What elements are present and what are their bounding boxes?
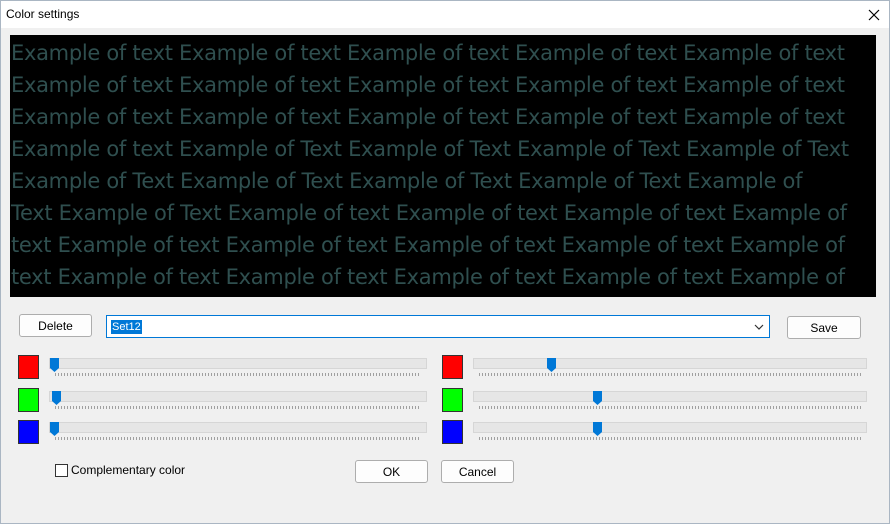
slider-track	[473, 358, 867, 369]
slider-thumb[interactable]	[50, 422, 59, 436]
preset-select-value: Set12	[111, 320, 142, 334]
background-red-slider[interactable]	[473, 358, 867, 380]
preview-line: Example of Text Example of Text Example …	[11, 169, 803, 193]
slider-thumb[interactable]	[50, 358, 59, 372]
background-red-swatch[interactable]	[442, 355, 463, 379]
slider-track	[473, 422, 867, 433]
slider-track	[473, 391, 867, 402]
slider-ticks	[55, 406, 421, 409]
text-blue-swatch[interactable]	[18, 420, 39, 444]
preset-select[interactable]: Set12	[106, 315, 770, 338]
window-title: Color settings	[6, 7, 80, 21]
preview-line: text Example of text Example of text Exa…	[11, 265, 845, 289]
complementary-color-option[interactable]: Complementary color	[55, 463, 185, 477]
preview-line: Example of text Example of text Example …	[11, 105, 845, 129]
save-button[interactable]: Save	[787, 316, 861, 339]
preview-line: Text Example of Text Example of text Exa…	[11, 201, 847, 225]
background-blue-swatch[interactable]	[442, 420, 463, 444]
slider-thumb[interactable]	[51, 391, 61, 405]
text-red-swatch[interactable]	[18, 355, 39, 379]
complementary-color-checkbox[interactable]	[55, 463, 68, 477]
text-blue-slider[interactable]	[49, 422, 427, 444]
ok-button[interactable]: OK	[355, 460, 428, 483]
text-preview: Example of text Example of text Example …	[10, 35, 876, 297]
chevron-down-icon[interactable]	[753, 321, 765, 333]
preview-text-block: Example of text Example of text Example …	[11, 37, 876, 293]
preview-line: Example of text Example of text Example …	[11, 41, 845, 65]
delete-button[interactable]: Delete	[19, 314, 92, 337]
slider-ticks	[479, 437, 861, 440]
close-button[interactable]	[859, 1, 889, 28]
preview-line: Example of text Example of Text Example …	[11, 137, 849, 161]
slider-ticks	[55, 373, 421, 376]
slider-thumb[interactable]	[593, 422, 603, 436]
title-bar: Color settings	[1, 1, 889, 28]
color-settings-dialog: Color settings Example of text Example o…	[0, 0, 890, 524]
text-red-slider[interactable]	[49, 358, 427, 380]
background-green-slider[interactable]	[473, 391, 867, 413]
preview-line: text Example of text Example of text Exa…	[11, 233, 845, 257]
slider-ticks	[479, 406, 861, 409]
cancel-button[interactable]: Cancel	[441, 460, 514, 483]
slider-track	[49, 422, 427, 433]
slider-thumb[interactable]	[593, 391, 603, 405]
close-icon	[868, 9, 880, 20]
slider-ticks	[55, 437, 421, 440]
slider-track	[49, 391, 427, 402]
slider-ticks	[479, 373, 861, 376]
background-green-swatch[interactable]	[442, 388, 463, 412]
slider-track	[49, 358, 427, 369]
preview-line: Example of text Example of text Example …	[11, 73, 845, 97]
text-green-swatch[interactable]	[18, 388, 39, 412]
text-green-slider[interactable]	[49, 391, 427, 413]
slider-thumb[interactable]	[546, 358, 556, 372]
background-blue-slider[interactable]	[473, 422, 867, 444]
complementary-color-label: Complementary color	[71, 463, 186, 477]
